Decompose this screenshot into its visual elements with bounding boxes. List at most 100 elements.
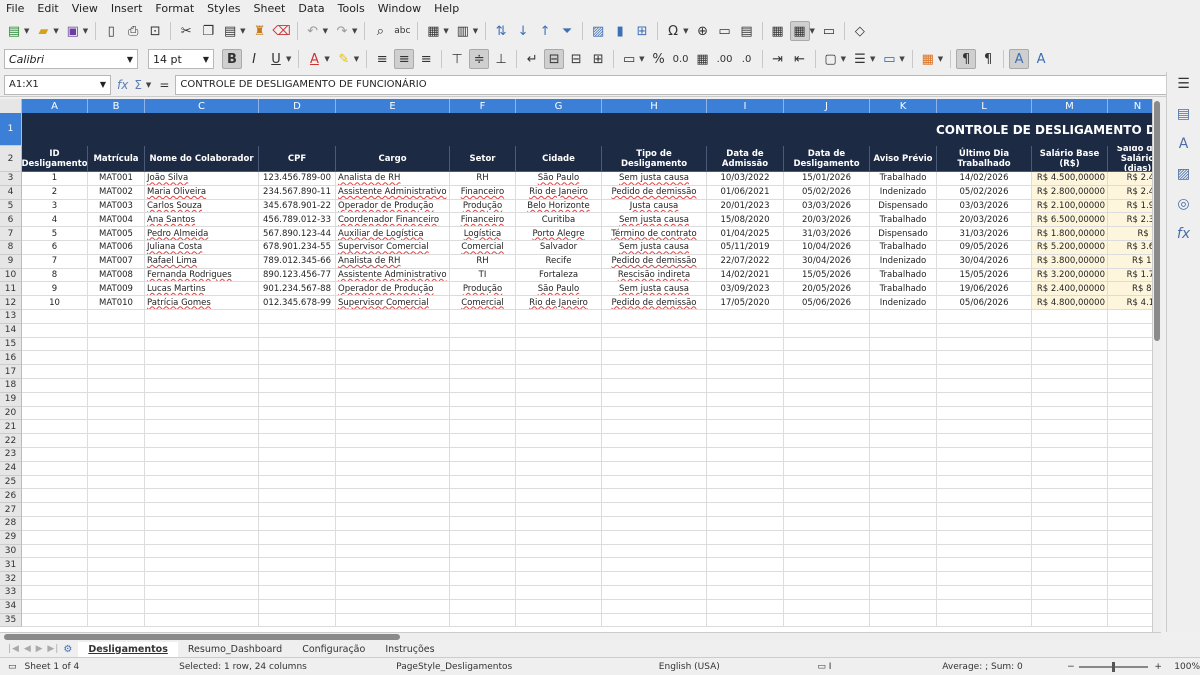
empty-cell[interactable] [259, 323, 336, 338]
empty-cell[interactable] [937, 503, 1032, 517]
empty-cell[interactable] [602, 420, 707, 435]
empty-cell[interactable] [516, 461, 602, 476]
empty-cell[interactable] [602, 516, 707, 531]
data-cell[interactable]: 03/03/2026 [784, 199, 870, 214]
empty-cell[interactable] [516, 378, 602, 393]
empty-cell[interactable] [707, 572, 784, 586]
empty-cell[interactable] [22, 365, 88, 379]
new-document-icon[interactable]: ▤ [4, 21, 24, 41]
empty-cell[interactable] [870, 447, 937, 462]
row-header[interactable]: 19 [0, 392, 22, 407]
empty-cell[interactable] [602, 544, 707, 559]
empty-cell[interactable] [784, 378, 870, 393]
data-cell[interactable]: São Paulo [516, 282, 602, 297]
column-header[interactable]: B [88, 99, 145, 113]
empty-cell[interactable] [937, 475, 1032, 490]
empty-cell[interactable] [450, 475, 516, 490]
empty-cell[interactable] [937, 365, 1032, 379]
empty-cell[interactable] [259, 530, 336, 545]
empty-cell[interactable] [259, 461, 336, 476]
gallery-icon[interactable]: ▨ [1177, 166, 1190, 182]
empty-cell[interactable] [516, 599, 602, 614]
empty-cell[interactable] [1032, 392, 1108, 407]
vertical-scroll-thumb[interactable] [1154, 101, 1160, 341]
data-cell[interactable]: Fortaleza [516, 268, 602, 283]
empty-cell[interactable] [1108, 351, 1152, 366]
empty-cell[interactable] [870, 572, 937, 586]
font-size-box[interactable]: 14 pt ▼ [148, 49, 214, 69]
empty-cell[interactable] [516, 392, 602, 407]
empty-cell[interactable] [602, 351, 707, 366]
empty-cell[interactable] [937, 599, 1032, 614]
print-preview-icon[interactable]: ⊡ [145, 21, 165, 41]
data-cell[interactable]: R$ 3.640 [1108, 240, 1152, 255]
empty-cell[interactable] [88, 585, 145, 600]
empty-cell[interactable] [145, 323, 259, 338]
header-cell[interactable]: Matrícula [88, 146, 145, 172]
data-cell[interactable]: Sem justa causa [602, 172, 707, 186]
data-cell[interactable]: 20/03/2026 [784, 213, 870, 228]
empty-cell[interactable] [784, 585, 870, 600]
empty-cell[interactable] [707, 558, 784, 573]
empty-cell[interactable] [145, 503, 259, 517]
empty-cell[interactable] [707, 503, 784, 517]
row-header[interactable]: 17 [0, 365, 22, 379]
empty-cell[interactable] [22, 544, 88, 559]
row-header[interactable]: 20 [0, 406, 22, 421]
empty-cell[interactable] [259, 309, 336, 324]
empty-cell[interactable] [602, 434, 707, 448]
row-header[interactable]: 16 [0, 351, 22, 366]
empty-cell[interactable] [22, 309, 88, 324]
row-header[interactable]: 32 [0, 572, 22, 586]
empty-cell[interactable] [259, 434, 336, 448]
empty-cell[interactable] [88, 447, 145, 462]
insert-chart-icon[interactable]: ▮ [610, 21, 630, 41]
data-cell[interactable]: MAT004 [88, 213, 145, 228]
empty-cell[interactable] [336, 378, 450, 393]
decrease-indent-icon[interactable]: ⇤ [790, 49, 810, 69]
data-cell[interactable]: 3 [22, 199, 88, 214]
data-cell[interactable]: 15/08/2020 [707, 213, 784, 228]
empty-cell[interactable] [88, 516, 145, 531]
spelling-icon[interactable]: abc [392, 21, 412, 41]
empty-cell[interactable] [1108, 503, 1152, 517]
data-cell[interactable]: Curitiba [516, 213, 602, 228]
data-cell[interactable]: Supervisor Comercial [336, 240, 450, 255]
title-cell[interactable] [22, 113, 88, 146]
data-cell[interactable]: Trabalhado [870, 282, 937, 297]
empty-cell[interactable] [88, 558, 145, 573]
empty-cell[interactable] [870, 337, 937, 352]
data-cell[interactable]: Sem justa causa [602, 240, 707, 255]
vertical-scrollbar[interactable] [1152, 99, 1161, 632]
data-cell[interactable]: Rescisão indireta [602, 268, 707, 283]
data-cell[interactable]: 03/03/2026 [937, 199, 1032, 214]
data-cell[interactable]: Pedido de demissão [602, 185, 707, 200]
data-cell[interactable]: Coordenador Financeiro [336, 213, 450, 228]
page-style[interactable]: PageStyle_Desligamentos [396, 662, 659, 672]
empty-cell[interactable] [450, 323, 516, 338]
data-cell[interactable]: João Silva [145, 172, 259, 186]
empty-cell[interactable] [870, 392, 937, 407]
empty-cell[interactable] [784, 461, 870, 476]
menu-item-0[interactable]: File [6, 2, 24, 15]
data-cell[interactable]: Término de contrato [602, 227, 707, 241]
row-header[interactable]: 34 [0, 599, 22, 614]
chevron-down-icon[interactable]: ▼ [127, 55, 133, 64]
empty-cell[interactable] [707, 544, 784, 559]
print-icon[interactable]: ⎙ [123, 21, 143, 41]
empty-cell[interactable] [22, 599, 88, 614]
empty-cell[interactable] [1108, 558, 1152, 573]
empty-cell[interactable] [450, 378, 516, 393]
empty-cell[interactable] [259, 351, 336, 366]
header-cell[interactable]: Saldo de Salário (dias) [1108, 146, 1152, 172]
define-print-area-icon[interactable]: ▦ [768, 21, 788, 41]
delete-decimal-icon[interactable]: .0 [737, 49, 757, 69]
data-cell[interactable]: 20/03/2026 [937, 213, 1032, 228]
empty-cell[interactable] [937, 420, 1032, 435]
data-cell[interactable]: RH [450, 254, 516, 269]
data-cell[interactable]: Recife [516, 254, 602, 269]
empty-cell[interactable] [602, 503, 707, 517]
data-cell[interactable]: Belo Horizonte [516, 199, 602, 214]
data-cell[interactable]: Trabalhado [870, 240, 937, 255]
empty-cell[interactable] [336, 503, 450, 517]
